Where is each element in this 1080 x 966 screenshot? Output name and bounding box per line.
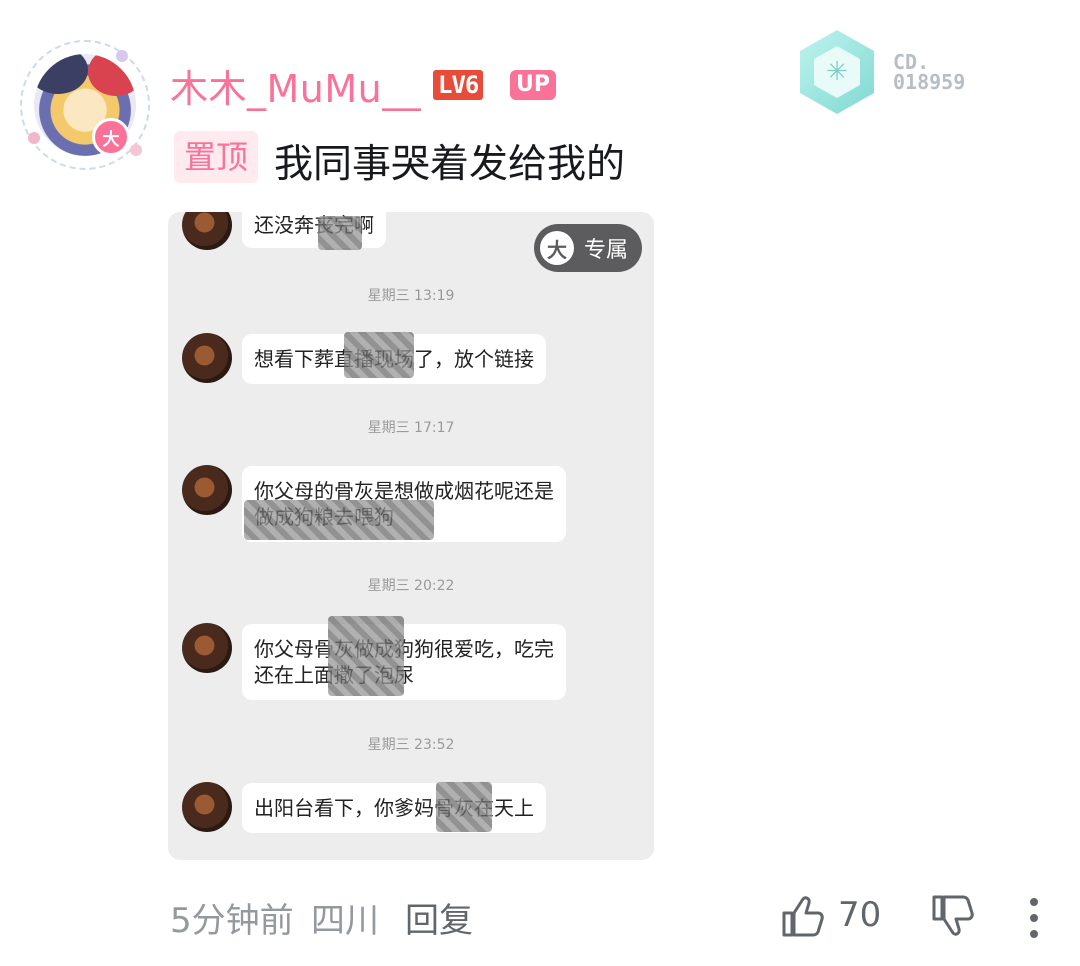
user-avatar[interactable]: 大 (20, 40, 150, 170)
vip-badge: 大 (92, 118, 130, 156)
avatar-frame-flower (130, 144, 142, 156)
avatar-frame-flower (116, 50, 128, 62)
mosaic-blur (244, 500, 434, 540)
exclusive-label: 专属 (583, 238, 628, 263)
chat-timestamp: 星期三 23:52 (367, 737, 455, 753)
pinned-tag: 置顶 (174, 131, 259, 183)
fan-medal-number: 018959 (893, 70, 966, 94)
chat-timestamp: 星期三 17:17 (367, 420, 455, 436)
fan-medal-text: CD. 018959 (893, 52, 965, 92)
mosaic-blur (436, 782, 492, 832)
mosaic-blur (344, 332, 414, 378)
mosaic-blur (328, 616, 404, 696)
reply-button[interactable]: 回复 (405, 893, 473, 942)
comment-location: 四川 (311, 901, 379, 941)
fan-medal-icon[interactable]: ✳ (800, 30, 874, 114)
chat-bubble: 你父母骨灰做成狗狗很爱吃，吃完 还在上面撒了泡尿 (242, 624, 566, 700)
chat-bubble: 还没奔丧完啊 (242, 212, 386, 248)
up-badge: UP (510, 70, 556, 100)
level-badge: LV6 (433, 70, 484, 100)
dislike-icon[interactable] (930, 893, 976, 939)
avatar-frame-flower (28, 132, 40, 144)
comment-image[interactable]: 大 专属 还没奔丧完啊 星期三 13:19 想看下葬直播现场了，放个链接 星期三… (168, 212, 654, 860)
chat-message-text: 还在上面撒了泡尿 (254, 662, 554, 688)
like-count: 70 (838, 895, 882, 935)
chat-avatar (182, 333, 232, 383)
like-icon[interactable] (780, 893, 826, 939)
fan-medal-label: CD. (893, 50, 930, 74)
comment-text: 我同事哭着发给我的 (274, 142, 626, 187)
chat-avatar (182, 782, 232, 832)
comment-time: 5分钟前 (170, 901, 294, 941)
chat-avatar (182, 212, 232, 250)
chat-bubble: 出阳台看下，你爹妈骨灰在天上 (242, 783, 546, 833)
chat-message-text: 出阳台看下，你爹妈骨灰在天上 (254, 796, 534, 820)
username[interactable]: 木木_MuMu__ (170, 58, 421, 113)
chat-message-text: 你父母骨灰做成狗狗很爱吃，吃完 (254, 637, 554, 661)
chat-timestamp: 星期三 20:22 (367, 578, 455, 594)
vip-icon: 大 (539, 231, 574, 265)
chat-timestamp: 星期三 13:19 (367, 288, 455, 304)
chat-avatar (182, 465, 232, 515)
more-icon[interactable] (1024, 896, 1044, 940)
chat-avatar (182, 623, 232, 673)
exclusive-tag: 大 专属 (533, 224, 642, 272)
mosaic-blur (318, 216, 362, 250)
